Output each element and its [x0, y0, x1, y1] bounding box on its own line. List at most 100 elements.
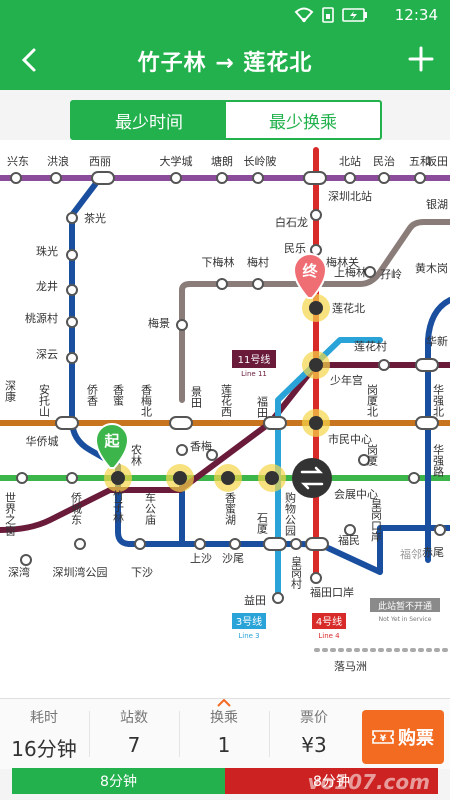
station-label: 华强路: [432, 443, 445, 478]
station-label: 少年宫: [330, 373, 363, 387]
station-label: 深湾: [8, 565, 30, 579]
stat-transfers[interactable]: 换乘 1: [180, 699, 268, 757]
end-marker-label: 终: [302, 262, 318, 280]
station-label: 洪浪: [47, 154, 69, 168]
station-label: 皇岗村: [290, 555, 303, 589]
station-label: 深圳北站: [328, 189, 372, 203]
station-label: 桃源村: [25, 311, 58, 325]
station-label: 沙尾: [222, 552, 244, 565]
line4-badge: 4号线 Line 4: [312, 613, 346, 640]
station-label: 福田: [256, 395, 269, 418]
add-icon[interactable]: [404, 42, 438, 76]
buy-ticket-button[interactable]: ¥ 购票: [362, 710, 444, 764]
line3-en-label: Line 3: [238, 632, 259, 640]
station-label: 华新: [426, 334, 448, 348]
station-label: 民乐: [284, 242, 306, 255]
station-label: 岗厦北: [366, 384, 379, 417]
status-bar: 12:34: [0, 0, 450, 30]
station-label: 莲花北: [332, 302, 365, 315]
station-label: 福民: [338, 533, 360, 547]
status-time: 12:34: [394, 6, 438, 24]
svg-text:¥: ¥: [380, 734, 387, 744]
status-icons: [294, 7, 368, 23]
station-label: 福田口岸: [310, 585, 354, 599]
line4-label: 4号线: [316, 615, 342, 628]
watermark: vo107.com: [307, 770, 430, 794]
station-label: 梅景: [148, 316, 170, 330]
station-label: 上梅林: [334, 265, 367, 279]
station-label: 农林: [130, 443, 143, 466]
ticket-icon: ¥: [372, 730, 394, 744]
station-label: 侨城东: [70, 492, 83, 525]
station-label: 竹子林: [112, 489, 125, 523]
stat-duration-value: 16分钟: [11, 737, 77, 761]
station-label: 茶光: [84, 211, 106, 225]
station-label: 购物公园: [284, 491, 297, 537]
route-mode-tabs: 最少时间 最少换乘: [70, 100, 382, 140]
stat-transfers-label: 换乘: [210, 710, 238, 726]
transfer-icon: [292, 458, 332, 498]
station-label: 华强北: [432, 383, 445, 417]
stat-fare-label: 票价: [300, 710, 328, 726]
station-label: 福邻: [400, 547, 422, 561]
app-bar: 竹子林 → 莲花北: [0, 30, 450, 90]
tab-least-transfer[interactable]: 最少换乘: [226, 102, 380, 138]
line3-badge: 3号线 Line 3: [232, 613, 266, 640]
station-label: 安托山: [38, 383, 51, 417]
station-label: 兴东: [7, 155, 29, 168]
station-label: 华侨城: [26, 434, 59, 448]
sim-icon: [322, 7, 334, 23]
chevron-up-icon: [217, 699, 231, 707]
station-label: 龙井: [36, 279, 58, 293]
station-label: 梅村: [247, 255, 269, 269]
station-label: 长岭陂: [244, 154, 277, 168]
not-in-service-notice: 此站暂不开通 Not Yet in Service: [370, 598, 440, 623]
line11-en-label: Line 11: [241, 370, 267, 378]
segment-line1: 8分钟: [12, 768, 225, 794]
station-label: 香蜜湖: [224, 492, 237, 526]
start-marker-label: 起: [103, 432, 120, 450]
station-label: 下沙: [131, 566, 153, 579]
start-marker: 起: [94, 423, 130, 469]
station-label: 落马洲: [334, 660, 367, 673]
battery-icon: [342, 8, 367, 22]
stat-stations: 站数 7: [90, 707, 178, 757]
station-label: 景田: [190, 386, 203, 408]
stat-stations-value: 7: [127, 733, 141, 757]
station-label: 深康: [4, 380, 17, 402]
station-label: 塘朗: [211, 154, 233, 168]
stat-fare: 票价 ¥3: [270, 707, 358, 757]
station-label: 车公庙: [144, 491, 157, 526]
tab-least-time[interactable]: 最少时间: [72, 102, 226, 138]
station-label: 益田: [244, 593, 266, 607]
end-marker: 终: [292, 253, 328, 299]
station-label: 大学城: [160, 154, 193, 168]
stat-duration-label: 耗时: [30, 710, 58, 726]
station-label: 孖岭: [380, 267, 402, 281]
station-label: 白石龙: [275, 215, 308, 229]
line4-en-label: Line 4: [318, 632, 340, 640]
station-label: 银湖: [426, 197, 448, 211]
station-label: 上沙: [190, 552, 212, 565]
station-label: 坂田: [426, 155, 448, 168]
station-label: 黄木岗: [415, 261, 448, 275]
line11-label: 11号线: [238, 353, 271, 366]
station-label: 莲花村: [354, 339, 387, 353]
station-label: 岗厦: [366, 444, 379, 466]
metro-map[interactable]: 起 终 11号线 Line 11 3号线 Line 3 4号线 Line 4 此…: [0, 140, 450, 698]
wifi-icon: [294, 7, 314, 23]
station-label: 下梅林: [202, 255, 235, 269]
route-title: 竹子林 → 莲花北: [137, 51, 313, 76]
station-label: 深云: [36, 348, 58, 361]
not-in-service-label: 此站暂不开通: [378, 600, 432, 612]
station-label: 莲花西: [220, 384, 233, 417]
station-label: 深圳湾公园: [53, 565, 108, 579]
station-label: 香梅: [190, 439, 212, 453]
station-label: 赤尾: [422, 546, 444, 559]
station-label: 西丽: [89, 155, 111, 168]
station-label: 世界之窗: [4, 492, 17, 537]
buy-ticket-label: 购票: [398, 728, 434, 749]
station-label: 石厦: [256, 512, 269, 534]
stat-duration: 耗时 16分钟: [0, 707, 88, 762]
station-label: 民治: [373, 154, 395, 168]
